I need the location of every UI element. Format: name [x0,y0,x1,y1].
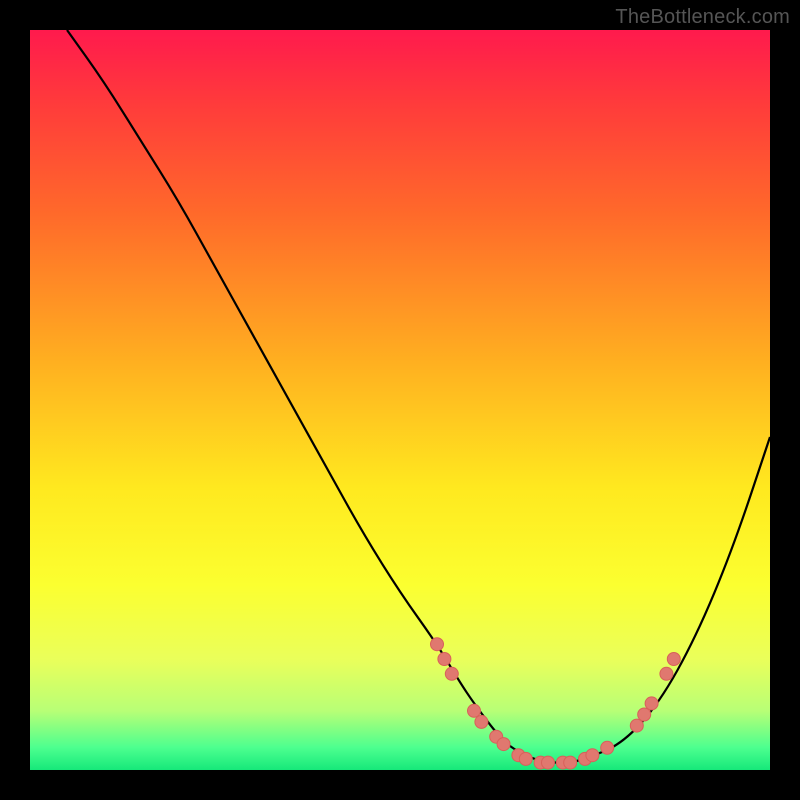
data-point-group [431,638,681,769]
data-point [468,704,481,717]
data-point [564,756,577,769]
data-point [638,708,651,721]
data-point [667,653,680,666]
data-point [601,741,614,754]
data-point [438,653,451,666]
data-point [519,752,532,765]
data-point [630,719,643,732]
data-point [431,638,444,651]
watermark-text: TheBottleneck.com [615,6,790,29]
bottleneck-curve-line [67,30,770,763]
data-point [660,667,673,680]
data-point [497,738,510,751]
data-point [475,715,488,728]
data-point [542,756,555,769]
data-point [445,667,458,680]
chart-svg [30,30,770,770]
chart-plot-area [30,30,770,770]
data-point [586,749,599,762]
data-point [645,697,658,710]
